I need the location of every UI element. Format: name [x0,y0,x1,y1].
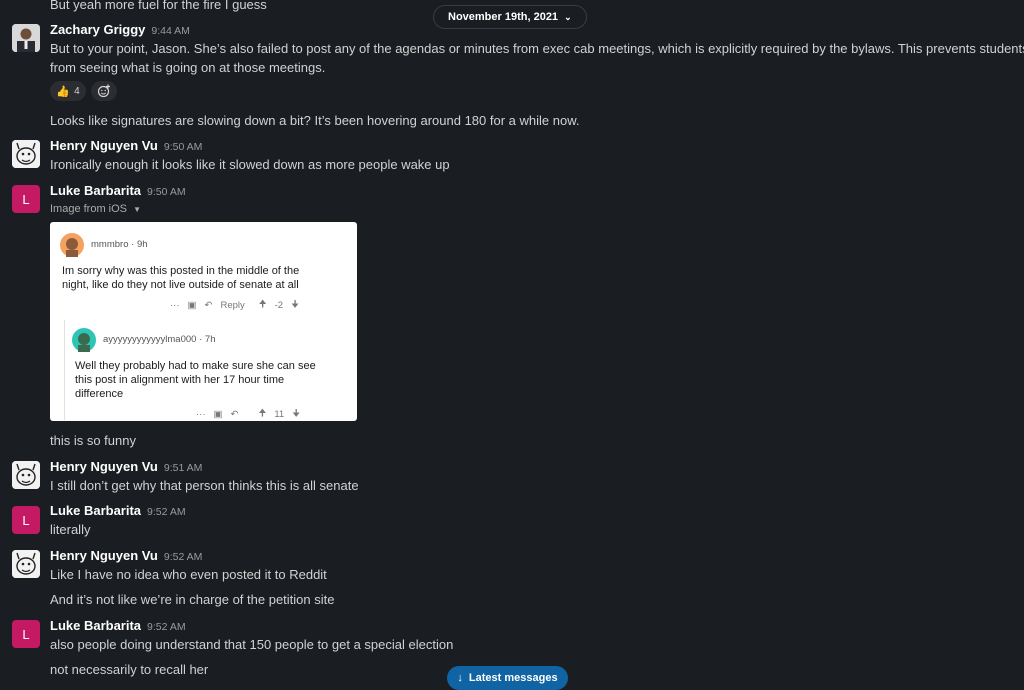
author-name[interactable]: Zachary Griggy [50,22,145,37]
message-text: Like I have no idea who even posted it t… [50,567,327,582]
thread-line [64,320,65,420]
author-name[interactable]: Luke Barbarita [50,503,141,518]
award-icon: ▣ [213,408,223,420]
message-text: But to your point, Jason. She’s also fai… [50,41,1024,56]
message-header: Henry Nguyen Vu 9:52 AM [50,548,202,563]
avatar-letter: L [22,512,30,528]
latest-messages-label: Latest messages [468,672,558,684]
message-text: And it’s not like we’re in charge of the… [50,592,335,607]
message-header: Luke Barbarita 9:52 AM [50,618,186,633]
date-label: November 19th, 2021 [448,11,559,23]
author-name[interactable]: Luke Barbarita [50,183,141,198]
message-text: I still don’t get why that person thinks… [50,478,359,493]
timestamp[interactable]: 9:52 AM [164,551,203,563]
timestamp[interactable]: 9:52 AM [147,506,186,518]
comment-text: difference [75,388,124,400]
comment-meta: ayyyyyyyyyyyylma000 · 7h [103,334,216,345]
upvote-icon: 🠉 [258,299,267,310]
latest-messages-button[interactable]: ↓ Latest messages [447,666,568,690]
reply-icon: ↶ [204,299,213,311]
add-reaction-icon [97,84,110,98]
comment-meta: mmmbro · 9h [91,239,148,250]
image-attachment[interactable]: mmmbro · 9h Im sorry why was this posted… [50,222,357,421]
upvote-icon: 🠉 [258,408,267,419]
message-header: Henry Nguyen Vu 9:51 AM [50,459,202,474]
user-avatar-icon [72,328,96,352]
avatar[interactable] [12,140,40,168]
reaction-count: 4 [74,85,80,97]
avatar[interactable] [12,24,40,52]
message-text: also people doing understand that 150 pe… [50,637,454,652]
message-text: Looks like signatures are slowing down a… [50,113,580,128]
timestamp[interactable]: 9:44 AM [151,25,190,37]
message-header: Zachary Griggy 9:44 AM [50,22,190,37]
comment-text: this post in alignment with her 17 hour … [75,374,285,386]
avatar[interactable] [12,550,40,578]
comment-user: ayyyyyyyyyyyylma000 [103,334,197,345]
message-header: Luke Barbarita 9:52 AM [50,503,186,518]
caret-down-icon: ▼ [133,205,142,214]
author-name[interactable]: Henry Nguyen Vu [50,548,158,563]
timestamp[interactable]: 9:51 AM [164,462,203,474]
author-name[interactable]: Luke Barbarita [50,618,141,633]
avatar-letter: L [22,191,30,207]
timestamp[interactable]: 9:50 AM [147,186,186,198]
downvote-icon: 🠋 [291,299,299,310]
attachment-label: Image from iOS [50,203,128,215]
user-avatar-icon [60,233,84,257]
message-text: literally [50,522,91,537]
author-name[interactable]: Henry Nguyen Vu [50,138,158,153]
thumbs-up-icon: 👍 [56,85,71,98]
attachment-toggle[interactable]: Image from iOS ▼ [50,203,141,215]
reply-icon: ↶ [230,408,239,420]
message-text: Ironically enough it looks like it slowe… [50,157,450,172]
message-text: But yeah more fuel for the fire I guess [50,0,267,12]
timestamp[interactable]: 9:50 AM [164,141,203,153]
message-text: not necessarily to recall her [50,662,209,677]
comment-age: 7h [204,334,216,345]
message-text: this is so funny [50,433,136,448]
author-name[interactable]: Henry Nguyen Vu [50,459,158,474]
avatar[interactable]: L [12,185,40,213]
date-divider-button[interactable]: November 19th, 2021 ⌄ [433,5,587,29]
avatar[interactable] [12,461,40,489]
comment-score: 11 [274,408,285,420]
comment-age: 9h [136,239,148,250]
avatar-letter: L [22,626,30,642]
more-icon: ··· [170,299,180,311]
arrow-down-icon: ↓ [457,672,463,684]
comment-actions: ··· ▣ ↶ 🠉 11 🠋 [196,406,300,421]
chevron-down-icon: ⌄ [564,11,572,22]
downvote-icon: 🠋 [292,408,301,419]
reaction-thumbs-up[interactable]: 👍 4 [50,81,86,101]
comment-text: Im sorry why was this posted in the midd… [62,265,300,277]
add-reaction-button[interactable] [91,81,117,101]
message-text: from seeing what is going on at those me… [50,60,326,75]
comment-user: mmmbro [91,239,129,250]
comment-text: Well they probably had to make sure she … [75,360,316,372]
avatar[interactable]: L [12,620,40,648]
comment-actions: ··· ▣ ↶ Reply 🠉 -2 🠋 [170,297,299,313]
comment-text: night, like do they not live outside of … [62,279,299,291]
timestamp[interactable]: 9:52 AM [147,621,186,633]
message-header: Luke Barbarita 9:50 AM [50,183,186,198]
message-header: Henry Nguyen Vu 9:50 AM [50,138,202,153]
avatar[interactable]: L [12,506,40,534]
reply-label: Reply [220,299,245,311]
more-icon: ··· [196,408,206,420]
comment-score: -2 [274,299,284,311]
award-icon: ▣ [187,299,197,311]
